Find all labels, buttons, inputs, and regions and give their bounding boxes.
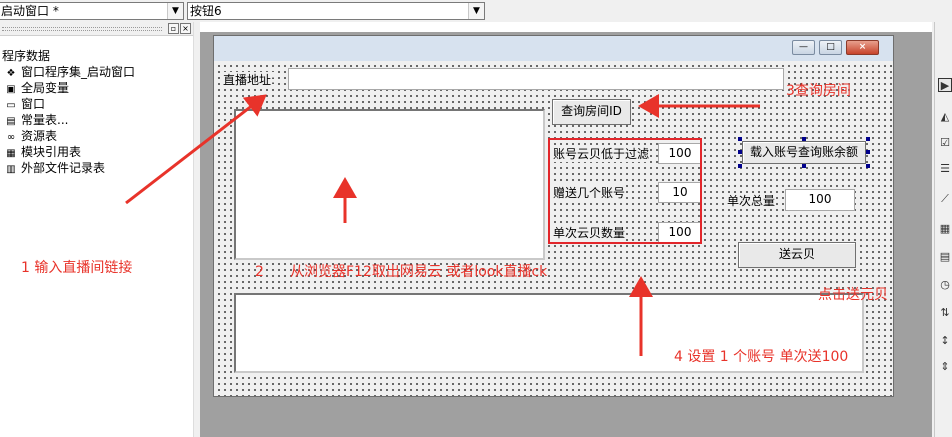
workspace-ruler bbox=[200, 22, 932, 32]
selection-handle[interactable] bbox=[738, 150, 742, 154]
chevron-down-icon[interactable]: ▼ bbox=[167, 3, 183, 19]
scroll-icon[interactable]: ⇅ bbox=[938, 306, 952, 320]
load-account-button[interactable]: 载入账号查询账余额 bbox=[742, 141, 866, 164]
tree-item-label: 模块引用表 bbox=[21, 145, 82, 159]
tree-item-label: 窗口程序集_启动窗口 bbox=[21, 65, 136, 79]
window-select-value: 启动窗口 * bbox=[1, 4, 59, 18]
tree-item-label: 全局变量 bbox=[21, 81, 70, 95]
tree-item-file-records[interactable]: ▥ 外部文件记录表 bbox=[4, 160, 105, 176]
component-toolbox: ▶ ◭ ☑ ☰ ⟋ ▦ ▤ ◷ ⇅ ↕ ⇕ bbox=[934, 22, 952, 437]
query-room-button[interactable]: 查询房间ID bbox=[552, 99, 631, 125]
chevron-down-icon[interactable]: ▼ bbox=[468, 3, 484, 19]
live-url-label: 直播地址: bbox=[223, 72, 276, 88]
grid-icon[interactable]: ▦ bbox=[938, 222, 952, 236]
selection-handle[interactable] bbox=[802, 137, 806, 141]
pin-icon[interactable]: ▫ bbox=[168, 23, 179, 34]
selection-handle[interactable] bbox=[738, 137, 742, 141]
timer-icon[interactable]: ◷ bbox=[938, 278, 952, 292]
maximize-icon[interactable]: □ bbox=[819, 40, 842, 55]
tree-item-resources[interactable]: ∞ 资源表 bbox=[4, 128, 57, 144]
file-record-icon: ▥ bbox=[6, 164, 16, 175]
annotation-step3: 3查询房间 bbox=[786, 83, 851, 99]
tree-item-constants[interactable]: ▤ 常量表... bbox=[4, 112, 68, 128]
tree-item-window[interactable]: ▭ 窗口 bbox=[4, 96, 45, 112]
top-toolbar: 启动窗口 * ▼ 按钮6 ▼ bbox=[0, 0, 952, 22]
project-panel: ▫ × 程序数据 ❖ 窗口程序集_启动窗口 ▣ 全局变量 ▭ 窗口 ▤ 常量表... ∞… bbox=[0, 22, 193, 437]
total-input[interactable]: 100 bbox=[785, 189, 855, 211]
total-label: 单次总量 bbox=[727, 193, 776, 209]
listbox-icon[interactable]: ☰ bbox=[938, 162, 952, 176]
annotation-step2: 从浏览器F12取出网易云 或者look直播ck bbox=[290, 264, 548, 280]
tree-item-label: 窗口 bbox=[21, 97, 46, 111]
tree-item-label: 外部文件记录表 bbox=[21, 161, 106, 175]
panel-grip[interactable] bbox=[2, 27, 162, 31]
tab-icon[interactable]: ▤ bbox=[938, 250, 952, 264]
cookie-textarea[interactable] bbox=[234, 109, 545, 260]
annotation-step2-number: 2 bbox=[255, 264, 264, 280]
tree-item-label: 常量表... bbox=[21, 113, 69, 127]
selection-handle[interactable] bbox=[866, 164, 870, 168]
close-icon[interactable]: × bbox=[846, 40, 879, 55]
updown-icon[interactable]: ⇕ bbox=[938, 360, 952, 374]
settings-highlight bbox=[548, 138, 702, 244]
control-select[interactable]: 按钮6 ▼ bbox=[187, 2, 485, 20]
tree-item-assembly[interactable]: ❖ 窗口程序集_启动窗口 bbox=[4, 64, 136, 80]
live-url-input[interactable] bbox=[288, 68, 784, 90]
minimize-icon[interactable]: — bbox=[792, 40, 815, 55]
panel-splitter[interactable] bbox=[193, 22, 200, 437]
tree-item-label: 资源表 bbox=[21, 129, 58, 143]
selection-handle[interactable] bbox=[866, 150, 870, 154]
window-select[interactable]: 启动窗口 * ▼ bbox=[0, 2, 184, 20]
form-title-bar[interactable]: — □ × bbox=[214, 36, 893, 61]
picture-icon[interactable]: ◭ bbox=[938, 110, 952, 124]
control-select-value: 按钮6 bbox=[190, 4, 222, 18]
selection-handle[interactable] bbox=[866, 137, 870, 141]
pointer-icon[interactable]: ▶ bbox=[938, 78, 952, 92]
annotation-step4: 4 设置 1 个账号 单次送100 bbox=[674, 349, 849, 365]
tree-root[interactable]: 程序数据 bbox=[2, 48, 50, 64]
annotation-step1: 1 输入直播间链接 bbox=[21, 260, 133, 276]
selection-handle[interactable] bbox=[738, 164, 742, 168]
tree-item-global-vars[interactable]: ▣ 全局变量 bbox=[4, 80, 69, 96]
checkbox-icon[interactable]: ☑ bbox=[938, 136, 952, 150]
line-icon[interactable]: ⟋ bbox=[938, 192, 952, 206]
annotation-step5: 点击送元贝 bbox=[818, 287, 888, 303]
send-button[interactable]: 送云贝 bbox=[738, 242, 856, 268]
tree-item-modules[interactable]: ▦ 模块引用表 bbox=[4, 144, 81, 160]
selection-handle[interactable] bbox=[802, 164, 806, 168]
spin-icon[interactable]: ↕ bbox=[938, 334, 952, 348]
panel-header: ▫ × bbox=[0, 22, 193, 36]
close-icon[interactable]: × bbox=[180, 23, 191, 34]
